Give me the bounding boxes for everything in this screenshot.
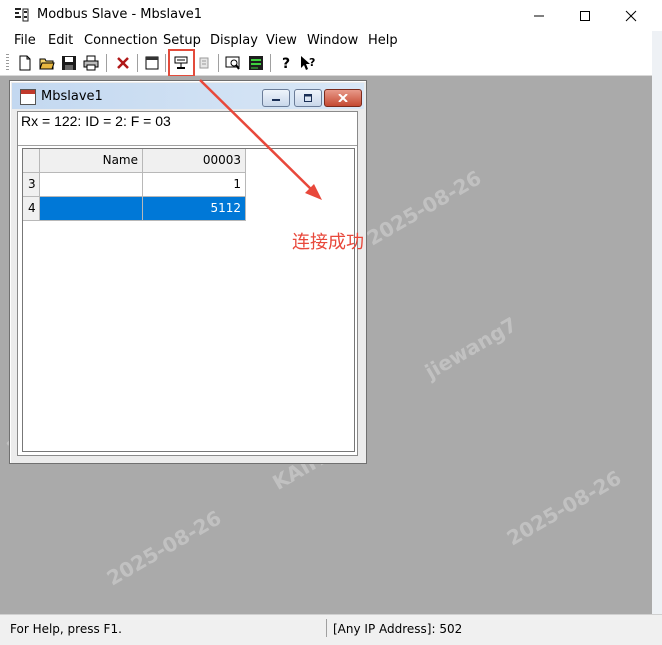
child-client-area: Rx = 122: ID = 2: F = 03 Name 00003 3 1 …: [17, 111, 358, 456]
child-restore-button[interactable]: [294, 89, 322, 107]
svg-text:?: ?: [309, 56, 315, 69]
maximize-icon: [580, 10, 590, 21]
minimize-icon: [272, 99, 280, 101]
window-edge-strip: [652, 31, 662, 644]
menu-edit[interactable]: Edit: [48, 33, 73, 48]
status-bar: For Help, press F1. [Any IP Address]: 50…: [0, 614, 662, 645]
toolbar-grip[interactable]: [6, 54, 9, 72]
menu-help[interactable]: Help: [368, 33, 398, 48]
save-disk-icon: [62, 56, 76, 70]
menu-connection[interactable]: Connection: [84, 33, 158, 48]
delete-button[interactable]: [114, 54, 132, 72]
watermark-text: 2025-08-26: [502, 465, 626, 551]
child-close-button[interactable]: [324, 89, 362, 107]
open-button[interactable]: [38, 54, 56, 72]
row-header[interactable]: 3: [23, 173, 40, 197]
watermark-text: jiewang7: [420, 312, 521, 384]
communication-traffic-icon: [249, 56, 263, 70]
watermark-text: 2025-08-26: [362, 165, 486, 251]
menu-window[interactable]: Window: [307, 33, 358, 48]
close-icon: [338, 94, 348, 102]
context-help-button[interactable]: ?: [299, 54, 317, 72]
menu-view[interactable]: View: [266, 33, 297, 48]
child-window-title: Mbslave1: [41, 89, 103, 104]
child-window-mbslave1[interactable]: Mbslave1 Rx = 122: ID = 2: F = 03 Name 0…: [9, 80, 367, 464]
new-button[interactable]: [16, 54, 34, 72]
toolbar-separator: [270, 54, 272, 72]
menu-setup[interactable]: Setup: [163, 33, 201, 48]
maximize-button[interactable]: [562, 0, 608, 31]
close-button[interactable]: [608, 0, 654, 31]
restore-icon: [304, 94, 312, 102]
communication-button[interactable]: [247, 54, 265, 72]
new-document-icon: [19, 55, 31, 71]
register-grid[interactable]: Name 00003 3 1 4 5112: [22, 148, 355, 452]
status-address-pane: [Any IP Address]: 502: [326, 619, 547, 637]
child-document-icon: [20, 89, 36, 105]
child-minimize-button[interactable]: [262, 89, 290, 107]
disconnect-button[interactable]: [195, 54, 213, 72]
toolbar-separator: [165, 54, 167, 72]
minimize-button[interactable]: [516, 0, 562, 31]
status-help-text: For Help, press F1.: [10, 622, 122, 636]
svg-text:?: ?: [282, 56, 290, 71]
toolbar-separator: [106, 54, 108, 72]
annotation-text: 连接成功: [292, 232, 364, 253]
monitor-button[interactable]: [224, 54, 242, 72]
child-title-bar[interactable]: Mbslave1: [12, 83, 364, 109]
status-address-text: [Any IP Address]: 502: [333, 622, 463, 636]
toolbar-separator: [218, 54, 220, 72]
window-title: Modbus Slave - Mbslave1: [37, 7, 203, 22]
modbus-app-icon: [15, 8, 29, 22]
printer-icon: [83, 55, 99, 71]
window-button[interactable]: [143, 54, 161, 72]
help-button[interactable]: ?: [277, 54, 295, 72]
name-cell[interactable]: [40, 173, 143, 197]
column-header-register[interactable]: 00003: [143, 149, 246, 173]
toolbar-separator: [137, 54, 139, 72]
menu-display[interactable]: Display: [210, 33, 258, 48]
rx-status-line: Rx = 122: ID = 2: F = 03: [21, 113, 171, 129]
value-cell[interactable]: 1: [143, 173, 246, 197]
connect-highlight-box: [168, 49, 195, 77]
save-button[interactable]: [60, 54, 78, 72]
print-button[interactable]: [82, 54, 100, 72]
menu-bar: File Edit Connection Setup Display View …: [0, 31, 662, 51]
value-cell-selected[interactable]: 5112: [143, 197, 246, 221]
context-help-icon: ?: [301, 56, 315, 70]
row-header[interactable]: 4: [23, 197, 40, 221]
disconnect-icon: [199, 57, 209, 69]
close-icon: [625, 10, 637, 21]
minimize-icon: [534, 15, 544, 16]
delete-x-icon: [117, 57, 129, 69]
name-cell-selected[interactable]: [40, 197, 143, 221]
column-header-name[interactable]: Name: [40, 149, 143, 173]
watermark-text: 2025-08-26: [102, 505, 226, 591]
menu-file[interactable]: File: [14, 33, 36, 48]
divider: [18, 145, 357, 146]
monitor-search-icon: [225, 56, 240, 70]
grid-corner-cell[interactable]: [23, 149, 40, 173]
title-bar: Modbus Slave - Mbslave1: [0, 0, 662, 31]
help-question-icon: ?: [282, 56, 290, 71]
window-icon: [145, 56, 159, 70]
open-folder-icon: [39, 58, 55, 70]
toolbar: ? ?: [0, 51, 662, 76]
